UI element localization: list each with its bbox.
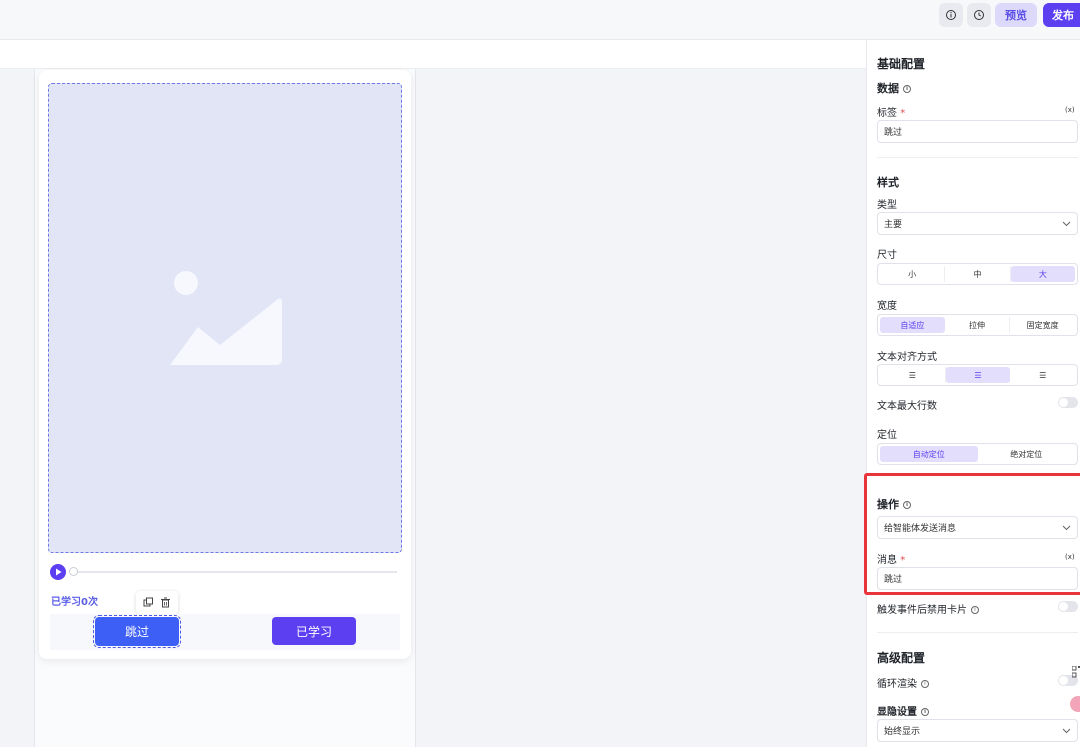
max-lines-toggle[interactable]: [1058, 397, 1078, 408]
size-option-large[interactable]: 大: [1010, 266, 1075, 282]
position-label: 定位: [877, 430, 897, 441]
qr-code-icon[interactable]: [1072, 666, 1080, 678]
width-option-stretch[interactable]: 拉伸: [945, 317, 1011, 333]
divider: [877, 632, 1078, 633]
style-title: 样式: [877, 176, 899, 189]
image-component[interactable]: [48, 83, 402, 553]
type-select-value: 主要: [884, 220, 903, 230]
play-icon: [56, 568, 62, 576]
align-left-icon[interactable]: ☰: [880, 367, 946, 383]
copy-icon[interactable]: [143, 597, 154, 608]
info-icon: i: [921, 680, 929, 688]
info-icon: i: [903, 85, 911, 93]
type-select[interactable]: 主要: [877, 212, 1078, 235]
tag-input[interactable]: 跳过: [877, 120, 1078, 143]
skip-button[interactable]: 跳过: [93, 615, 181, 648]
advanced-config-title: 高级配置: [877, 651, 926, 665]
align-segmented: ☰ ☰ ☰: [877, 364, 1078, 386]
video-progress: [50, 564, 400, 580]
width-option-fixed[interactable]: 固定宽度: [1010, 317, 1075, 333]
disable-label-text: 触发事件后禁用卡片: [877, 605, 967, 616]
image-placeholder-icon: [170, 271, 282, 365]
required-mark: *: [900, 108, 906, 119]
type-label: 类型: [877, 200, 897, 211]
progress-handle[interactable]: [69, 567, 78, 576]
size-option-medium[interactable]: 中: [945, 266, 1011, 282]
tag-label: 标签 *: [877, 104, 905, 119]
data-section-label: 数据 i: [877, 80, 911, 96]
top-toolbar: 预览 发布: [0, 0, 1080, 40]
chevron-down-icon: [1062, 221, 1071, 226]
visibility-select[interactable]: 始终显示: [877, 719, 1078, 742]
width-label: 宽度: [877, 301, 897, 312]
align-center-icon[interactable]: ☰: [945, 367, 1011, 383]
size-segmented: 小 中 大: [877, 263, 1078, 285]
info-icon: i: [971, 606, 979, 614]
play-button[interactable]: [50, 564, 66, 580]
max-lines-label: 文本最大行数: [877, 401, 937, 412]
info-icon: i: [921, 708, 929, 716]
data-label-text: 数据: [877, 82, 899, 95]
width-segmented: 自适应 拉伸 固定宽度: [877, 314, 1078, 336]
position-segmented: 自动定位 绝对定位: [877, 443, 1078, 465]
preview-button[interactable]: 预览: [995, 3, 1037, 27]
chevron-down-icon: [1062, 728, 1071, 733]
align-label: 文本对齐方式: [877, 352, 937, 363]
info-circle-icon: [946, 10, 956, 20]
divider: [877, 157, 1078, 158]
learned-count-text: 已学习0次: [51, 597, 98, 608]
position-option-absolute[interactable]: 绝对定位: [978, 446, 1076, 462]
visibility-label-text: 显隐设置: [877, 707, 917, 718]
learned-button[interactable]: 已学习: [272, 617, 356, 645]
properties-panel: [866, 40, 1080, 747]
align-right-icon[interactable]: ☰: [1010, 367, 1075, 383]
disable-after-trigger-label: 触发事件后禁用卡片 i: [877, 601, 979, 616]
sub-toolbar: [0, 40, 866, 69]
trash-icon[interactable]: [160, 597, 171, 608]
size-option-small[interactable]: 小: [880, 266, 946, 282]
floating-toolbar: [136, 591, 178, 614]
disable-after-trigger-toggle[interactable]: [1058, 601, 1078, 612]
fx-icon[interactable]: (x): [1065, 106, 1075, 114]
basic-config-title: 基础配置: [877, 57, 926, 71]
history-button[interactable]: [967, 3, 991, 27]
position-option-auto[interactable]: 自动定位: [880, 446, 978, 462]
clock-icon: [974, 10, 984, 20]
loop-label-text: 循环渲染: [877, 679, 917, 690]
visibility-label: 显隐设置 i: [877, 703, 929, 718]
info-button[interactable]: [939, 3, 963, 27]
width-option-auto[interactable]: 自适应: [880, 317, 945, 333]
size-label: 尺寸: [877, 250, 897, 261]
progress-track[interactable]: [70, 571, 397, 573]
highlight-box: [864, 473, 1080, 595]
loop-render-label: 循环渲染 i: [877, 675, 929, 690]
visibility-select-value: 始终显示: [884, 727, 921, 737]
publish-button[interactable]: 发布: [1043, 3, 1080, 27]
assistant-avatar-icon[interactable]: [1070, 696, 1080, 712]
tag-label-text: 标签: [877, 108, 897, 119]
